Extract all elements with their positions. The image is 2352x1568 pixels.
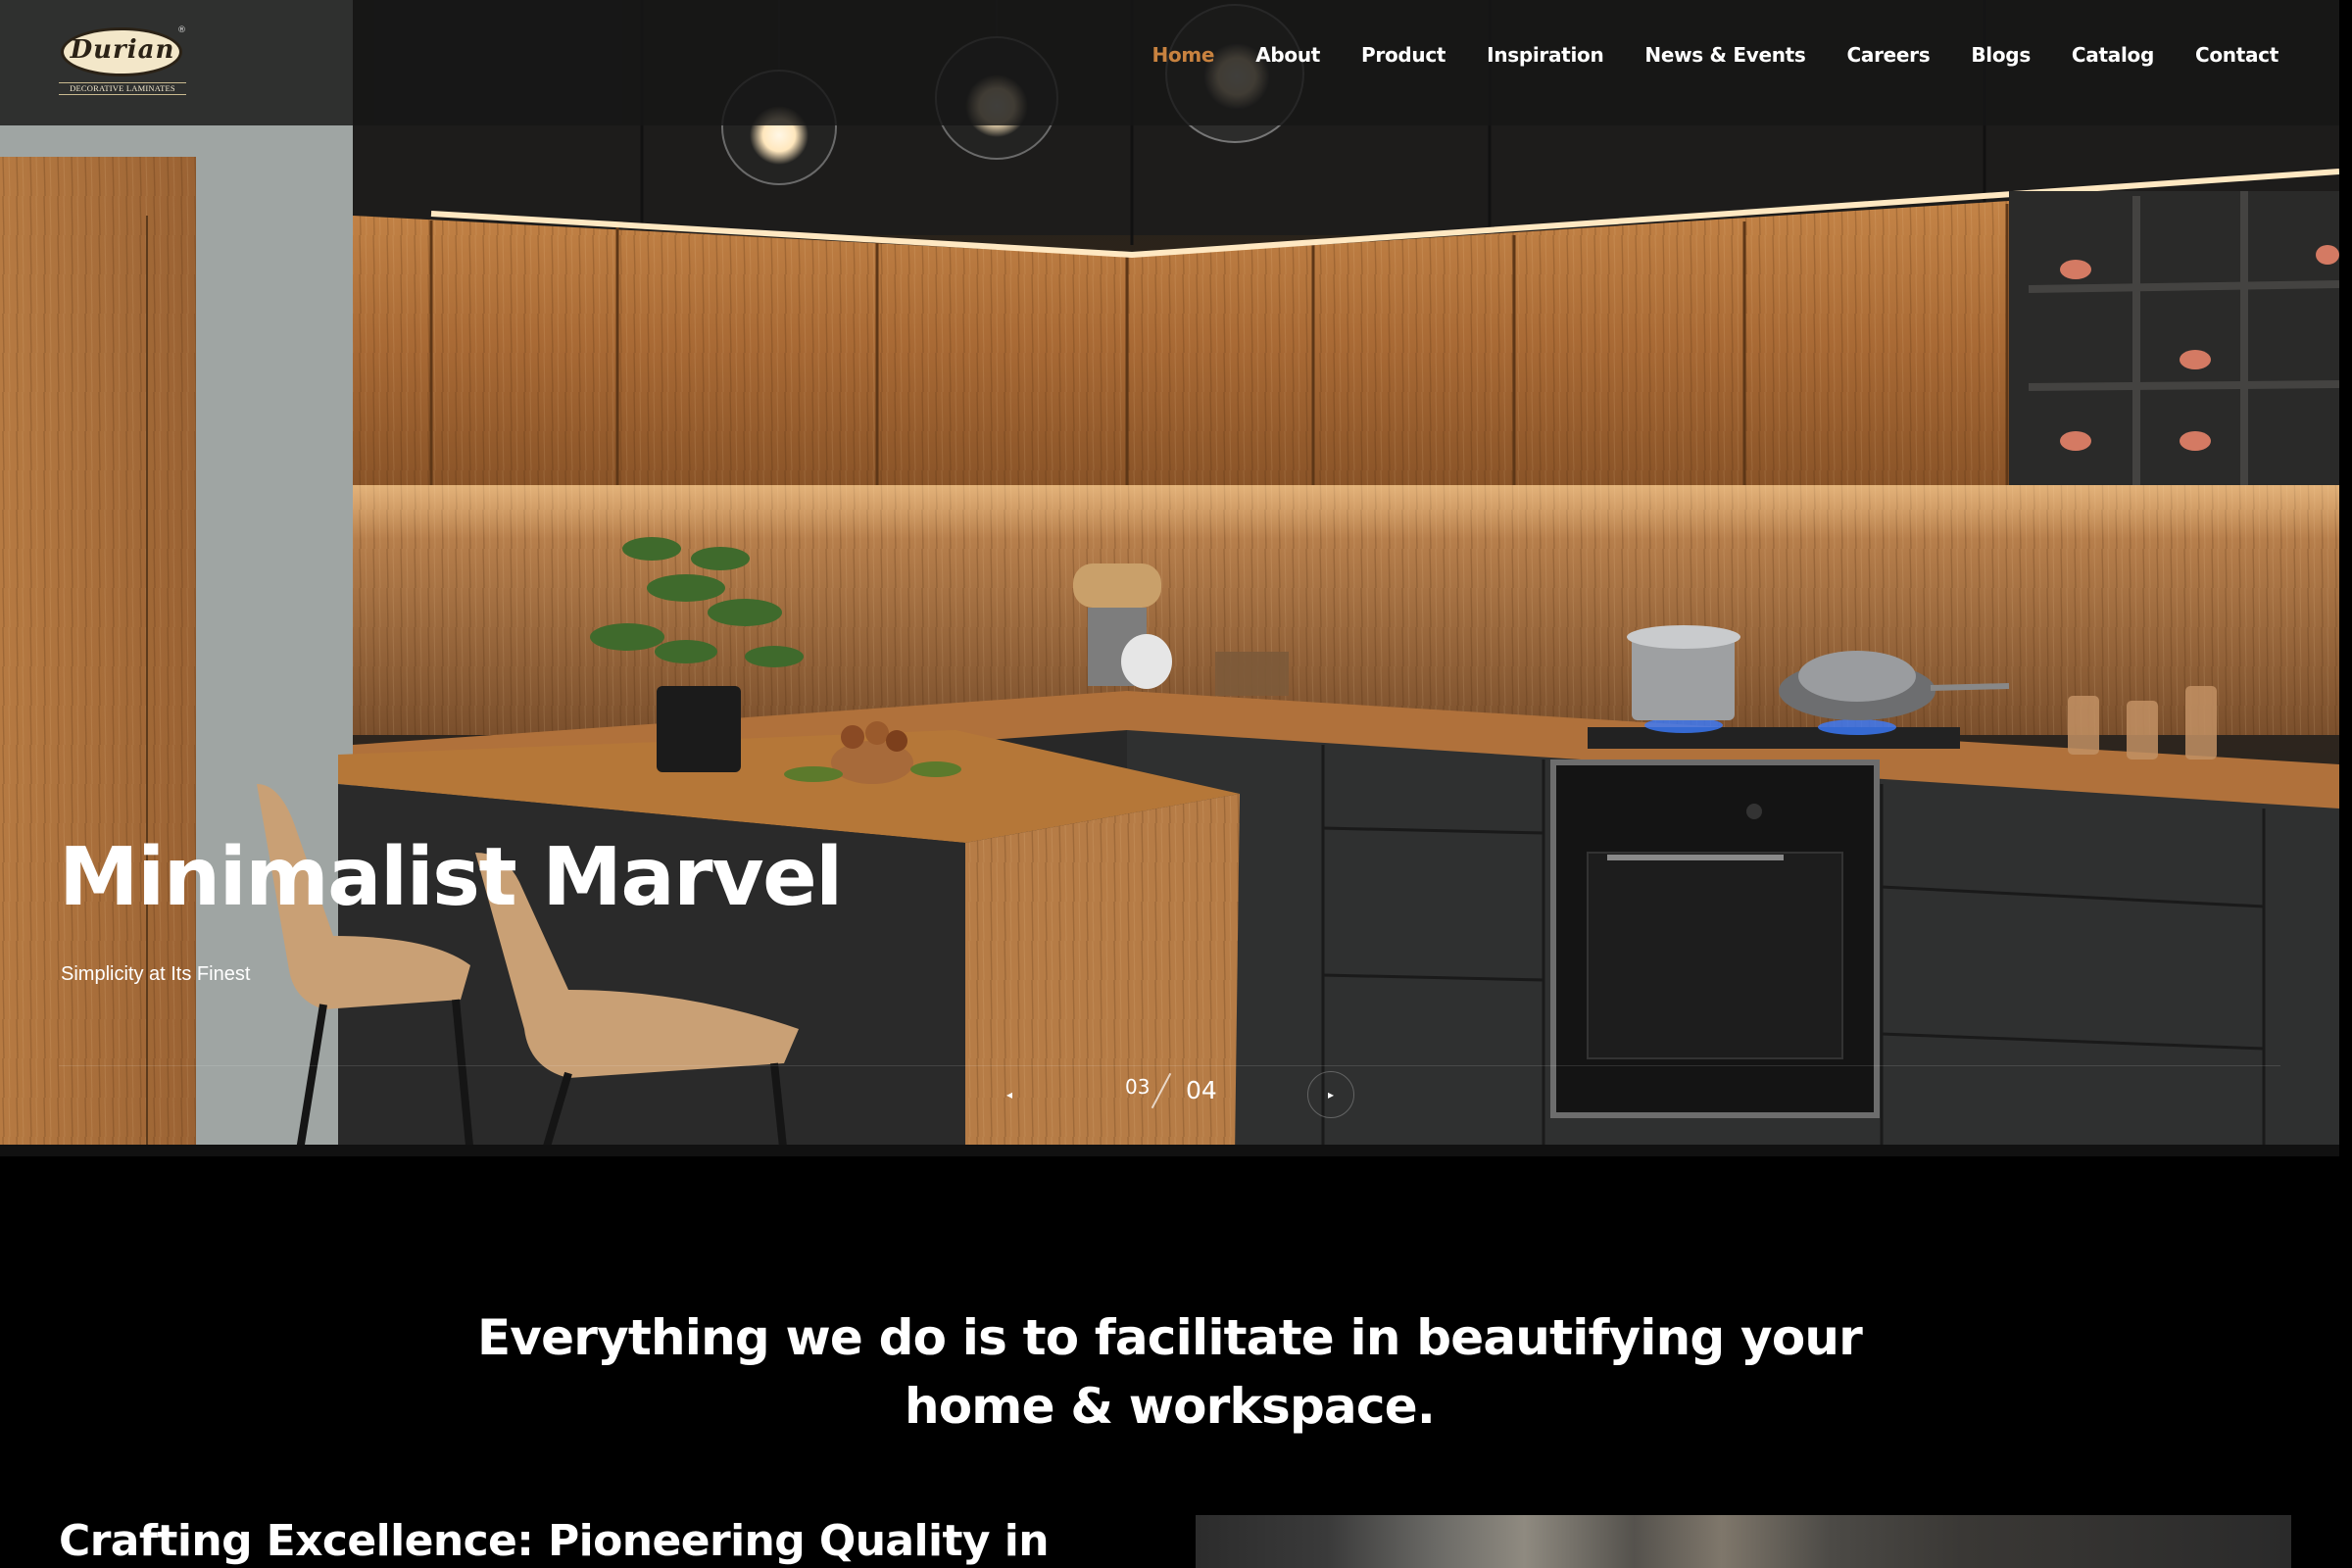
- next-arrow-icon: ▸: [1327, 1088, 1335, 1102]
- nav-item-about[interactable]: About: [1255, 43, 1320, 67]
- nav-item-catalog[interactable]: Catalog: [2072, 43, 2154, 67]
- durian-logo[interactable]: Durian ® DECORATIVE LAMINATES: [59, 25, 186, 96]
- nav-item-home[interactable]: Home: [1152, 43, 1215, 67]
- section-heading: Crafting Excellence: Pioneering Quality …: [59, 1516, 1050, 1566]
- logo-tagline: DECORATIVE LAMINATES: [59, 82, 186, 95]
- slider-prev-button[interactable]: ◂: [988, 1073, 1031, 1116]
- nav-item-product[interactable]: Product: [1361, 43, 1446, 67]
- section-preview-image: [1196, 1515, 2291, 1568]
- slide-current: 03: [1125, 1075, 1151, 1099]
- prev-arrow-icon: ◂: [1005, 1088, 1013, 1102]
- hero-subtitle: Simplicity at Its Finest: [61, 963, 251, 985]
- nav-item-contact[interactable]: Contact: [2195, 43, 2278, 67]
- intro-tagline: Everything we do is to facilitate in bea…: [0, 1303, 2339, 1441]
- intro-tagline-line-2: home & workspace.: [904, 1378, 1436, 1435]
- site-header: Durian ® DECORATIVE LAMINATES Home About…: [0, 0, 2339, 125]
- slider-next-button[interactable]: ▸: [1307, 1071, 1354, 1118]
- slider-divider: [59, 1065, 2280, 1066]
- nav-item-inspiration[interactable]: Inspiration: [1487, 43, 1604, 67]
- intro-tagline-line-1: Everything we do is to facilitate in bea…: [476, 1309, 1863, 1366]
- hero-slider: Durian ® DECORATIVE LAMINATES Home About…: [0, 0, 2339, 1156]
- main-nav: Home About Product Inspiration News & Ev…: [1111, 43, 2279, 67]
- logo-wordmark: Durian: [70, 35, 175, 65]
- nav-item-blogs[interactable]: Blogs: [1971, 43, 2031, 67]
- slide-counter: 03 04: [1125, 1072, 1217, 1112]
- counter-separator: [1151, 1072, 1172, 1109]
- nav-item-careers[interactable]: Careers: [1847, 43, 1931, 67]
- hero-title: Minimalist Marvel: [59, 831, 843, 924]
- logo-registered-mark: ®: [177, 25, 186, 35]
- hero-kitchen-image: [0, 0, 2339, 1156]
- nav-item-news-events[interactable]: News & Events: [1644, 43, 1805, 67]
- slide-total: 04: [1186, 1076, 1217, 1104]
